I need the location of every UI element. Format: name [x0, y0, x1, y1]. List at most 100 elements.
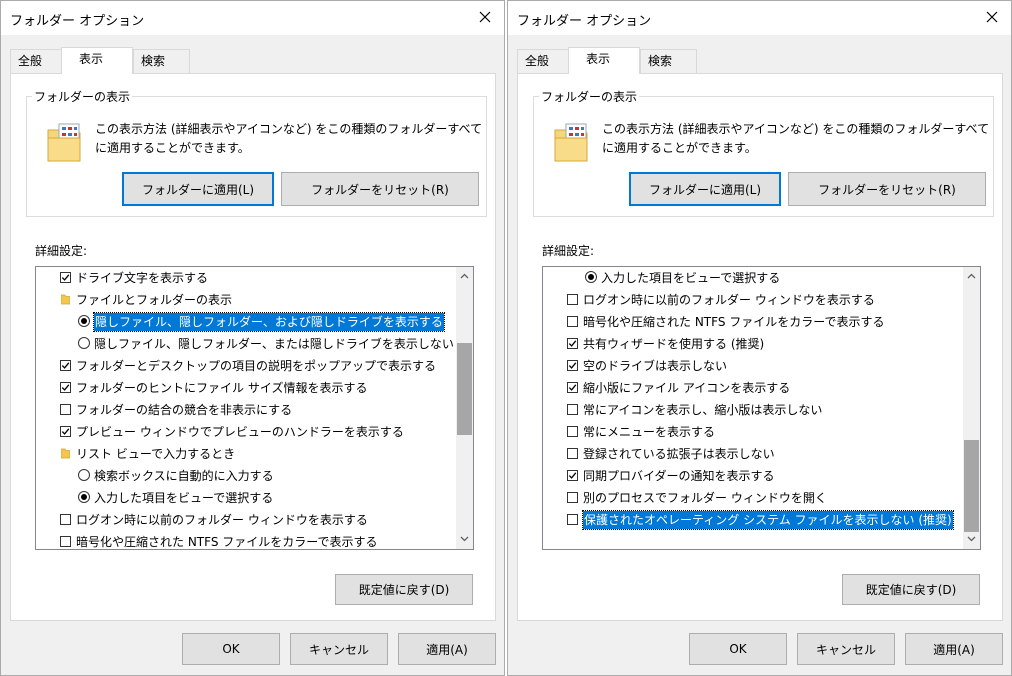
list-item-label: 入力した項目をビューで選択する	[601, 271, 781, 285]
list-item[interactable]: フォルダーの結合の競合を非表示にする	[36, 399, 456, 421]
list-item[interactable]: 常にメニューを表示する	[543, 421, 963, 443]
list-item[interactable]: ドライブ文字を表示する	[36, 267, 456, 289]
list-item[interactable]: 縮小版にファイル アイコンを表示する	[543, 377, 963, 399]
list-item-label: 検索ボックスに自動的に入力する	[94, 469, 274, 483]
scrollbar-thumb[interactable]	[964, 440, 979, 532]
radio-unselected[interactable]	[78, 469, 90, 481]
checkbox-unchecked[interactable]	[567, 316, 578, 327]
list-item[interactable]: プレビュー ウィンドウでプレビューのハンドラーを表示する	[36, 421, 456, 443]
list-item-label: 隠しファイル、隠しフォルダー、または隠しドライブを表示しない	[94, 337, 454, 351]
checkbox-checked[interactable]	[567, 338, 578, 349]
list-item-label: 隠しファイル、隠しフォルダー、および隠しドライブを表示する	[93, 312, 445, 332]
checkbox-unchecked[interactable]	[567, 294, 578, 305]
scroll-down-arrow-icon[interactable]	[459, 533, 470, 544]
reset-folders-button[interactable]: フォルダーをリセット(R)	[788, 172, 986, 206]
tab-view[interactable]: 表示	[568, 47, 640, 74]
radio-selected[interactable]	[585, 271, 597, 283]
vertical-scrollbar[interactable]	[963, 267, 980, 549]
close-button[interactable]	[979, 5, 1005, 31]
tab-general[interactable]: 全般	[10, 49, 62, 73]
checkbox-unchecked[interactable]	[567, 514, 578, 525]
tab-view[interactable]: 表示	[61, 47, 133, 74]
apply-to-folders-button[interactable]: フォルダーに適用(L)	[122, 172, 274, 206]
list-item-label: ファイルとフォルダーの表示	[76, 293, 233, 307]
scroll-up-arrow-icon[interactable]	[459, 271, 470, 282]
list-item[interactable]: 別のプロセスでフォルダー ウィンドウを開く	[543, 487, 963, 509]
advanced-settings-list[interactable]: 入力した項目をビューで選択するログオン時に以前のフォルダー ウィンドウを表示する…	[542, 266, 981, 550]
list-item[interactable]: 検索ボックスに自動的に入力する	[36, 465, 456, 487]
advanced-settings-list[interactable]: ドライブ文字を表示するファイルとフォルダーの表示隠しファイル、隠しフォルダー、お…	[35, 266, 474, 550]
scroll-up-arrow-icon[interactable]	[966, 271, 977, 282]
ok-button[interactable]: OK	[689, 633, 787, 665]
restore-defaults-button[interactable]: 既定値に戻す(D)	[335, 574, 473, 605]
checkbox-unchecked[interactable]	[60, 514, 71, 525]
checkbox-checked[interactable]	[567, 382, 578, 393]
list-item-label: ログオン時に以前のフォルダー ウィンドウを表示する	[76, 513, 368, 527]
checkbox-unchecked[interactable]	[567, 426, 578, 437]
apply-button[interactable]: 適用(A)	[905, 633, 1003, 665]
right-folder-options-dialog: フォルダー オプション全般 表示 検索 フォルダーの表示 この表示方法 (詳細表示やアイ…	[507, 0, 1012, 676]
list-item[interactable]: フォルダーのヒントにファイル サイズ情報を表示する	[36, 377, 456, 399]
apply-button[interactable]: 適用(A)	[398, 633, 496, 665]
list-item[interactable]: 常にアイコンを表示し、縮小版は表示しない	[543, 399, 963, 421]
list-item[interactable]: 隠しファイル、隠しフォルダー、または隠しドライブを表示しない	[36, 333, 456, 355]
checkbox-checked[interactable]	[60, 360, 71, 371]
window-title: フォルダー オプション	[10, 14, 145, 29]
vertical-scrollbar[interactable]	[456, 267, 473, 549]
list-item[interactable]: ログオン時に以前のフォルダー ウィンドウを表示する	[543, 289, 963, 311]
list-item[interactable]: 保護されたオペレーティング システム ファイルを表示しない (推奨)	[543, 509, 963, 531]
checkbox-unchecked[interactable]	[567, 404, 578, 415]
checkbox-checked[interactable]	[567, 470, 578, 481]
apply-to-folders-button[interactable]: フォルダーに適用(L)	[629, 172, 781, 206]
close-icon	[479, 11, 491, 26]
tab-search[interactable]: 検索	[640, 49, 697, 73]
cancel-button[interactable]: キャンセル	[290, 633, 388, 665]
group-label: フォルダーの表示	[539, 88, 640, 105]
tab-search[interactable]: 検索	[133, 49, 190, 73]
restore-defaults-button[interactable]: 既定値に戻す(D)	[842, 574, 980, 605]
checkbox-unchecked[interactable]	[567, 448, 578, 459]
scrollbar-thumb[interactable]	[457, 343, 472, 436]
list-item[interactable]: 入力した項目をビューで選択する	[36, 487, 456, 509]
checkbox-checked[interactable]	[60, 426, 71, 437]
list-item[interactable]: 同期プロバイダーの通知を表示する	[543, 465, 963, 487]
cancel-button[interactable]: キャンセル	[797, 633, 895, 665]
left-folder-options-dialog: フォルダー オプション 全般 表示 検索 フォルダーの表示 この表示方法 (詳細表示やアイ…	[0, 0, 505, 676]
tab-general[interactable]: 全般	[517, 49, 569, 73]
ok-button[interactable]: OK	[182, 633, 280, 665]
list-item[interactable]: 共有ウィザードを使用する (推奨)	[543, 333, 963, 355]
checkbox-unchecked[interactable]	[567, 492, 578, 503]
list-item[interactable]: リスト ビューで入力するとき	[36, 443, 456, 465]
radio-selected[interactable]	[78, 491, 90, 503]
close-button[interactable]	[472, 5, 498, 31]
list-item[interactable]: 暗号化や圧縮された NTFS ファイルをカラーで表示する	[36, 531, 456, 549]
list-item[interactable]: 暗号化や圧縮された NTFS ファイルをカラーで表示する	[543, 311, 963, 333]
folder-view-icon	[554, 122, 588, 162]
checkbox-unchecked[interactable]	[60, 404, 71, 415]
list-item[interactable]: 入力した項目をビューで選択する	[543, 267, 963, 289]
list-item-label: リスト ビューで入力するとき	[76, 447, 236, 461]
scroll-down-arrow-icon[interactable]	[966, 533, 977, 544]
checkbox-checked[interactable]	[567, 360, 578, 371]
list-item[interactable]: ファイルとフォルダーの表示	[36, 289, 456, 311]
list-item-label: 共有ウィザードを使用する (推奨)	[583, 337, 765, 351]
list-item-label: 空のドライブは表示しない	[583, 359, 728, 373]
radio-selected[interactable]	[78, 315, 90, 327]
list-item[interactable]: 空のドライブは表示しない	[543, 355, 963, 377]
list-item[interactable]: ログオン時に以前のフォルダー ウィンドウを表示する	[36, 509, 456, 531]
reset-folders-button[interactable]: フォルダーをリセット(R)	[281, 172, 479, 206]
title-bar: フォルダー オプション	[1, 1, 504, 35]
list-item[interactable]: 登録されている拡張子は表示しない	[543, 443, 963, 465]
list-item-label: 常にアイコンを表示し、縮小版は表示しない	[583, 403, 823, 417]
view-tab-panel: フォルダーの表示 この表示方法 (詳細表示やアイコンなど) をこの種類のフォルダー…	[517, 73, 1003, 621]
list-item-label: 暗号化や圧縮された NTFS ファイルをカラーで表示する	[583, 315, 885, 329]
list-item[interactable]: フォルダーとデスクトップの項目の説明をポップアップで表示する	[36, 355, 456, 377]
list-item-label: 常にメニューを表示する	[583, 425, 716, 439]
title-bar: フォルダー オプション	[508, 1, 1011, 35]
checkbox-unchecked[interactable]	[60, 536, 71, 547]
checkbox-checked[interactable]	[60, 272, 71, 283]
radio-unselected[interactable]	[78, 337, 90, 349]
list-item[interactable]: 隠しファイル、隠しフォルダー、および隠しドライブを表示する	[36, 311, 456, 333]
list-item-label: 登録されている拡張子は表示しない	[583, 447, 775, 461]
checkbox-checked[interactable]	[60, 382, 71, 393]
